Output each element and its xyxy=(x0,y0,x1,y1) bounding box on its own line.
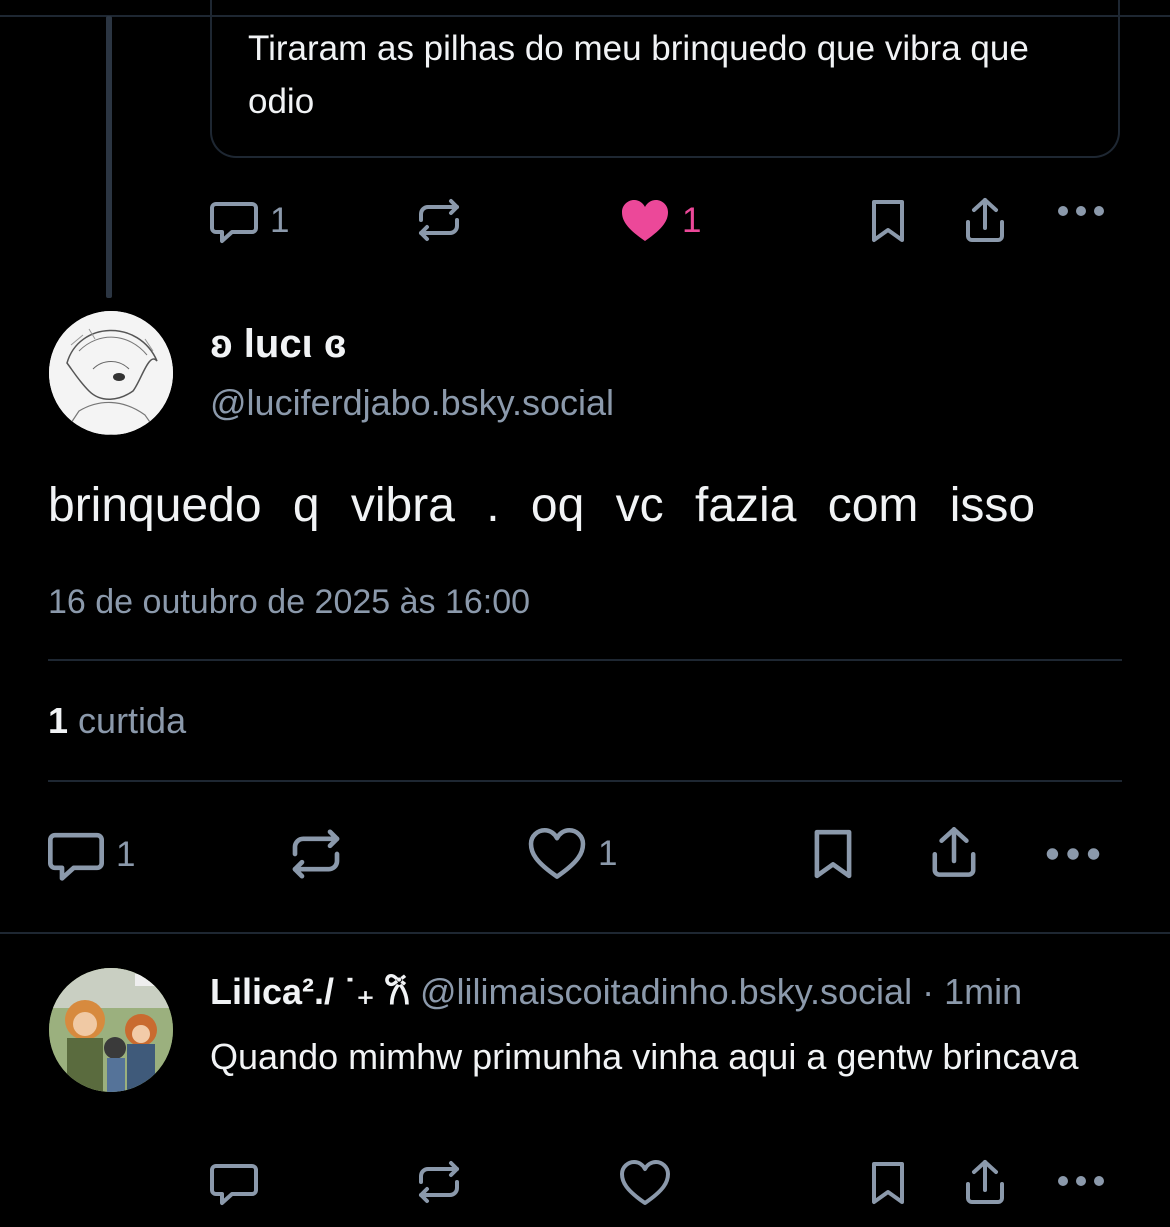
author-display-name[interactable]: ʚ lucι ɞ xyxy=(210,322,347,367)
reply-count: 1 xyxy=(270,201,290,240)
avatar-image xyxy=(49,968,173,1092)
more-button[interactable] xyxy=(1044,846,1102,862)
like-count: 1 xyxy=(598,834,618,873)
reply-count: 1 xyxy=(116,835,136,874)
main-action-bar: 1 1 xyxy=(0,824,1170,884)
heart-icon xyxy=(622,200,668,241)
repost-button[interactable] xyxy=(415,198,463,242)
reply-separator: · xyxy=(922,971,935,1012)
bookmark-icon xyxy=(814,829,852,879)
more-button[interactable] xyxy=(1057,1174,1105,1188)
reply-author-display-name[interactable]: Lilica²./ ˙₊ 𐙚 xyxy=(210,971,410,1012)
post-timestamp: 16 de outubro de 2025 às 16:00 xyxy=(48,583,531,621)
likes-summary-count: 1 xyxy=(48,700,69,741)
quoted-post-text: Tiraram as pilhas do meu brinquedo que v… xyxy=(248,29,1029,121)
more-icon xyxy=(1058,1176,1104,1186)
reply-button[interactable]: 1 xyxy=(48,828,135,882)
heart-icon xyxy=(528,828,586,879)
avatar-image xyxy=(49,311,173,435)
bookmark-button[interactable] xyxy=(868,1160,908,1206)
reply-action-bar xyxy=(0,1158,1170,1218)
bookmark-icon xyxy=(872,1162,904,1204)
share-icon xyxy=(932,827,976,877)
share-button[interactable] xyxy=(962,196,1008,244)
author-handle[interactable]: @luciferdjabo.bsky.social xyxy=(210,382,614,424)
more-button[interactable] xyxy=(1057,204,1105,218)
divider xyxy=(48,780,1122,782)
repost-button[interactable] xyxy=(288,828,344,880)
reply-text: Quando mimhw primunha vinha aqui a gentw… xyxy=(210,1036,1079,1077)
reply-button[interactable] xyxy=(210,1160,258,1206)
share-button[interactable] xyxy=(962,1158,1008,1206)
comment-icon xyxy=(48,832,104,881)
comment-icon xyxy=(210,202,258,243)
avatar[interactable] xyxy=(49,968,173,1092)
divider xyxy=(0,932,1170,934)
bookmark-button[interactable] xyxy=(868,198,908,244)
share-icon xyxy=(966,198,1004,242)
share-button[interactable] xyxy=(928,824,980,880)
avatar[interactable] xyxy=(49,311,173,435)
like-button[interactable]: 1 xyxy=(528,828,617,880)
likes-summary-label: curtida xyxy=(78,700,187,741)
repost-icon xyxy=(419,199,459,241)
reply-header: Lilica²./ ˙₊ 𐙚 @lilimaiscoitadinho.bsky.… xyxy=(210,966,1022,1015)
repost-icon xyxy=(292,829,340,879)
like-button[interactable]: 1 xyxy=(620,198,701,244)
reply-time-ago: 1min xyxy=(944,971,1023,1012)
divider xyxy=(48,659,1122,661)
repost-icon xyxy=(419,1161,459,1203)
post-text: brinquedo q vibra . oq vc fazia com isso xyxy=(48,479,1036,532)
bookmark-icon xyxy=(872,200,904,242)
bookmark-button[interactable] xyxy=(810,826,856,882)
more-icon xyxy=(1058,206,1104,216)
likes-summary[interactable]: 1 curtida xyxy=(48,700,186,742)
heart-icon xyxy=(620,1160,670,1205)
comment-icon xyxy=(210,1164,258,1205)
thread-line xyxy=(106,16,112,298)
like-button[interactable] xyxy=(620,1160,670,1206)
more-icon xyxy=(1046,848,1100,860)
repost-button[interactable] xyxy=(415,1160,463,1204)
reply-author-handle[interactable]: @lilimaiscoitadinho.bsky.social xyxy=(420,971,912,1012)
like-count: 1 xyxy=(682,201,702,240)
share-icon xyxy=(966,1160,1004,1204)
reply-button[interactable]: 1 xyxy=(210,198,289,244)
parent-action-bar: 1 1 xyxy=(0,190,1170,250)
